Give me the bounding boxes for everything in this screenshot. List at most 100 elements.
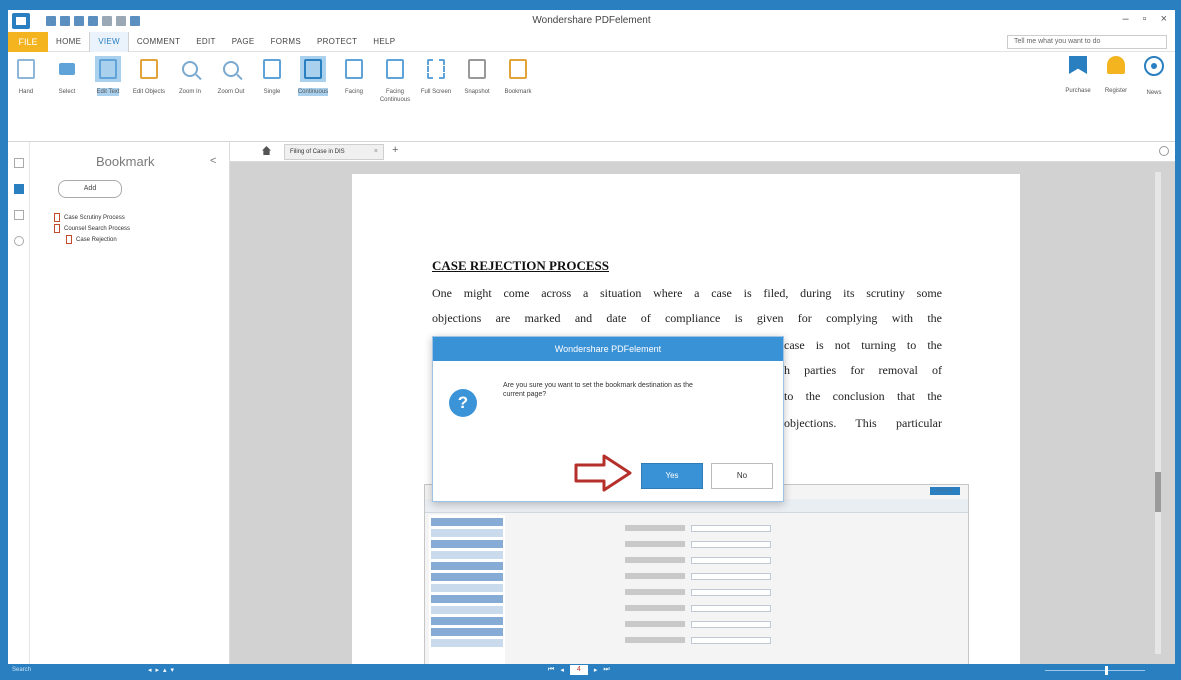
document-tab-strip: Filing of Case in DIS × + xyxy=(230,142,1175,162)
customize-icon[interactable] xyxy=(130,16,140,26)
add-bookmark-button[interactable]: Add xyxy=(58,180,122,198)
facing-continuous-icon xyxy=(382,56,408,82)
menu-view[interactable]: VIEW xyxy=(89,31,129,52)
vertical-scrollbar[interactable] xyxy=(1155,172,1161,654)
select-icon xyxy=(54,56,80,82)
facing-icon xyxy=(341,56,367,82)
news-icon xyxy=(1144,56,1164,76)
question-icon: ? xyxy=(449,389,477,417)
last-page-button[interactable]: ⏭ xyxy=(603,666,609,674)
thumbnails-icon[interactable] xyxy=(13,158,24,168)
zoom-in-button[interactable]: Zoom In xyxy=(172,56,208,96)
facing-button[interactable]: Facing xyxy=(336,56,372,96)
news-button[interactable]: News xyxy=(1139,56,1169,96)
ribbon-toolbar: Hand Select Edit Text Edit Objects Zoom … xyxy=(8,52,1175,142)
prev-page-button[interactable]: ◂ xyxy=(560,666,564,674)
bookmark-item[interactable]: Case Scrutiny Process xyxy=(54,212,130,223)
document-line: case is not turning to the xyxy=(784,338,942,352)
yes-button[interactable]: Yes xyxy=(641,463,703,489)
full-screen-button[interactable]: Full Screen xyxy=(418,56,454,96)
menu-home[interactable]: HOME xyxy=(48,32,89,52)
next-page-button[interactable]: ▸ xyxy=(594,666,598,674)
document-tab[interactable]: Filing of Case in DIS × xyxy=(284,144,384,160)
bookmark-item[interactable]: Case Rejection xyxy=(54,234,130,245)
bookmark-page-icon xyxy=(54,213,60,222)
edit-objects-button[interactable]: Edit Objects xyxy=(131,56,167,96)
no-button[interactable]: No xyxy=(711,463,773,489)
menu-forms[interactable]: FORMS xyxy=(263,32,309,52)
document-line: to the conclusion that the xyxy=(784,389,942,403)
scrollbar-thumb[interactable] xyxy=(1155,472,1161,512)
bookmark-panel: Bookmark < Add Case Scrutiny Process Cou… xyxy=(30,142,230,664)
edit-text-icon xyxy=(95,56,121,82)
status-tools[interactable]: ◂▸▴▾ xyxy=(148,666,178,674)
collapse-panel-icon[interactable]: < xyxy=(210,155,216,167)
zoom-slider[interactable] xyxy=(1045,666,1145,675)
menu-file[interactable]: FILE xyxy=(8,31,48,52)
select-button[interactable]: Select xyxy=(49,56,85,96)
menu-comment[interactable]: COMMENT xyxy=(129,32,188,52)
facing-continuous-button[interactable]: Facing Continuous xyxy=(377,56,413,104)
panel-toggle-icon[interactable] xyxy=(1159,146,1169,156)
first-page-button[interactable]: ⏮ xyxy=(548,666,554,674)
menu-bar: FILE HOME VIEW COMMENT EDIT PAGE FORMS P… xyxy=(8,31,1175,52)
close-button[interactable]: × xyxy=(1161,13,1167,25)
save-icon[interactable] xyxy=(60,16,70,26)
register-button[interactable]: Register xyxy=(1101,56,1131,96)
screenshot-sidebar xyxy=(429,515,505,678)
zoom-out-icon xyxy=(218,56,244,82)
menu-help[interactable]: HELP xyxy=(365,32,403,52)
page-number-input[interactable]: 4 xyxy=(569,665,588,675)
print-icon[interactable] xyxy=(74,16,84,26)
edit-text-button[interactable]: Edit Text xyxy=(90,56,126,96)
cart-icon xyxy=(1069,56,1087,74)
search-icon[interactable] xyxy=(13,236,24,246)
screenshot-form xyxy=(625,525,835,653)
hand-button[interactable]: Hand xyxy=(8,56,44,96)
document-line: h parties for removal of xyxy=(784,363,942,377)
embedded-screenshot: ▫▫▫▫ xyxy=(424,484,969,678)
bookmark-page-icon xyxy=(54,224,60,233)
menu-edit[interactable]: EDIT xyxy=(188,32,223,52)
bookmark-item[interactable]: Counsel Search Process xyxy=(54,223,130,234)
redo-icon[interactable] xyxy=(116,16,126,26)
user-icon xyxy=(1107,56,1125,74)
single-page-icon xyxy=(259,56,285,82)
app-logo-icon xyxy=(12,13,30,29)
menu-protect[interactable]: PROTECT xyxy=(309,32,365,52)
screenshot-toolbar: ▫▫▫▫ xyxy=(936,487,954,494)
maximize-button[interactable]: ▫ xyxy=(1143,13,1147,25)
status-search[interactable]: Search xyxy=(12,667,31,673)
left-rail xyxy=(8,142,30,664)
zoom-slider-thumb[interactable] xyxy=(1105,666,1108,675)
bookmark-icon xyxy=(505,56,531,82)
continuous-button[interactable]: Continuous xyxy=(295,56,331,96)
purchase-button[interactable]: Purchase xyxy=(1063,56,1093,96)
snapshot-button[interactable]: Snapshot xyxy=(459,56,495,96)
minimize-button[interactable]: – xyxy=(1123,13,1129,25)
tell-me-input[interactable]: Tell me what you want to do xyxy=(1007,35,1167,49)
zoom-in-icon xyxy=(177,56,203,82)
document-heading: CASE REJECTION PROCESS xyxy=(432,258,609,273)
edit-objects-icon xyxy=(136,56,162,82)
undo-icon[interactable] xyxy=(102,16,112,26)
bookmark-button[interactable]: Bookmark xyxy=(500,56,536,96)
open-icon[interactable] xyxy=(46,16,56,26)
email-icon[interactable] xyxy=(88,16,98,26)
document-line: One might come across a situation where … xyxy=(432,286,942,300)
continuous-icon xyxy=(300,56,326,82)
menu-page[interactable]: PAGE xyxy=(224,32,263,52)
new-tab-button[interactable]: + xyxy=(392,144,398,156)
close-tab-icon[interactable]: × xyxy=(374,148,378,155)
single-page-button[interactable]: Single xyxy=(254,56,290,96)
window-title: Wondershare PDFelement xyxy=(532,15,651,26)
bookmarks-icon[interactable] xyxy=(13,184,24,194)
page-navigation: ⏮ ◂ 4 ▸ ⏭ xyxy=(548,665,610,675)
bookmark-tree: Case Scrutiny Process Counsel Search Pro… xyxy=(54,212,130,245)
dialog-message: Are you sure you want to set the bookmar… xyxy=(503,382,693,398)
bookmark-page-icon xyxy=(66,235,72,244)
pointer-arrow-icon xyxy=(574,454,632,492)
home-icon[interactable] xyxy=(262,146,271,155)
comments-icon[interactable] xyxy=(13,210,24,220)
zoom-out-button[interactable]: Zoom Out xyxy=(213,56,249,96)
